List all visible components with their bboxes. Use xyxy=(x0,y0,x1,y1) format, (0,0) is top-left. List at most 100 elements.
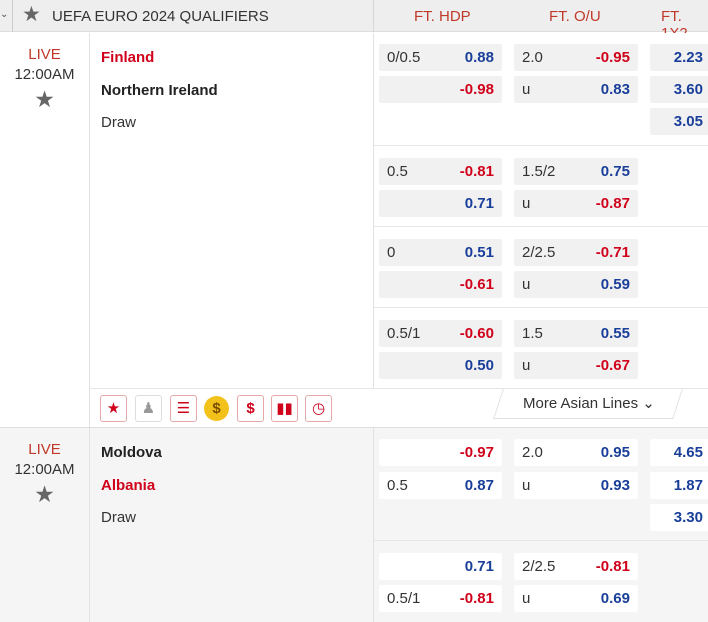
odds-value: -0.61 xyxy=(459,276,494,293)
odds-value: 3.60 xyxy=(673,81,703,98)
draw-label: Draw xyxy=(101,114,137,131)
x12-home-odds[interactable]: 2.23 xyxy=(650,44,708,71)
match-time-column: LIVE 12:00AM ★ xyxy=(0,428,90,622)
odds-value: 0.71 xyxy=(464,558,494,575)
odds-value: 0.95 xyxy=(600,444,630,461)
under-label: u xyxy=(522,195,531,212)
odds-value: -0.81 xyxy=(459,163,494,180)
under-label: u xyxy=(522,81,531,98)
ou-under-odds[interactable]: u 0.93 xyxy=(514,472,638,499)
favorite-match-star-icon[interactable]: ★ xyxy=(100,395,127,422)
ou-line: 2/2.5 xyxy=(522,558,556,575)
more-asian-lines-label: More Asian Lines xyxy=(523,395,639,412)
x12-draw-odds[interactable]: 3.05 xyxy=(650,108,708,135)
odds-value: 0.87 xyxy=(464,477,494,494)
favorite-star-icon[interactable]: ★ xyxy=(0,483,89,506)
hdp-home-odds[interactable]: 0.5/1 -0.60 xyxy=(379,320,502,347)
ou-over-odds[interactable]: 2/2.5 -0.81 xyxy=(514,553,638,580)
line-separator xyxy=(374,540,708,541)
line-separator xyxy=(374,226,708,227)
ou-under-odds[interactable]: u -0.87 xyxy=(514,190,638,217)
odds-value: 0.88 xyxy=(464,49,494,66)
league-favorite-star-icon[interactable]: ★ xyxy=(22,4,41,25)
ou-over-odds[interactable]: 1.5 0.55 xyxy=(514,320,638,347)
match-time: 12:00AM xyxy=(14,66,75,83)
hdp-away-odds[interactable]: 0.5 0.87 xyxy=(379,472,502,499)
odds-value: 3.05 xyxy=(673,113,703,130)
header-column-separator xyxy=(373,0,374,32)
under-label: u xyxy=(522,276,531,293)
league-header: ⌄ ★ UEFA EURO 2024 QUALIFIERS FT. HDP FT… xyxy=(0,0,708,42)
home-team[interactable]: Finland xyxy=(101,49,154,66)
stats-bar-chart-icon[interactable]: ▮▮ xyxy=(271,395,298,422)
ou-under-odds[interactable]: u 0.59 xyxy=(514,271,638,298)
live-status: LIVE xyxy=(28,46,61,63)
live-status: LIVE xyxy=(28,441,61,458)
ou-line: 2/2.5 xyxy=(522,244,556,261)
under-label: u xyxy=(522,357,531,374)
match-row-moldova-albania: LIVE 12:00AM ★ Moldova Albania Draw -0.9… xyxy=(0,428,708,622)
hdp-home-odds[interactable]: 0/0.5 0.88 xyxy=(379,44,502,71)
odds-value: 0.71 xyxy=(464,195,494,212)
more-asian-lines-button[interactable]: More Asian Lines ⌄ xyxy=(523,394,655,412)
hdp-away-odds[interactable]: 0.50 xyxy=(379,352,502,379)
odds-value: -0.60 xyxy=(459,325,494,342)
hdp-away-odds[interactable]: -0.61 xyxy=(379,271,502,298)
hdp-away-odds[interactable]: 0.5/1 -0.81 xyxy=(379,585,502,612)
ticket-icon[interactable]: ☰ xyxy=(170,395,197,422)
hdp-home-odds[interactable]: 0 0.51 xyxy=(379,239,502,266)
timeline-clock-icon[interactable]: ◷ xyxy=(305,395,332,422)
ou-over-odds[interactable]: 2/2.5 -0.71 xyxy=(514,239,638,266)
odds-value: -0.81 xyxy=(595,558,630,575)
ou-line: 2.0 xyxy=(522,49,543,66)
hdp-line: 0.5/1 xyxy=(387,325,421,342)
hdp-away-odds[interactable]: -0.98 xyxy=(379,76,502,103)
hdp-line: 0.5/1 xyxy=(387,590,421,607)
odds-value: -0.87 xyxy=(595,195,630,212)
home-team[interactable]: Moldova xyxy=(101,444,162,461)
ou-over-odds[interactable]: 2.0 0.95 xyxy=(514,439,638,466)
odds-value: -0.81 xyxy=(459,590,494,607)
odds-value: 0.59 xyxy=(600,276,630,293)
odds-value: 4.65 xyxy=(673,444,703,461)
match-toolbar: ★ ♟ ☰ $ $ ▮▮ ◷ More Asian Lines ⌄ xyxy=(90,388,708,427)
x12-away-odds[interactable]: 1.87 xyxy=(650,472,708,499)
ou-line: 2.0 xyxy=(522,444,543,461)
hdp-line: 0.5 xyxy=(387,163,408,180)
ou-over-odds[interactable]: 2.0 -0.95 xyxy=(514,44,638,71)
ou-over-odds[interactable]: 1.5/2 0.75 xyxy=(514,158,638,185)
ou-under-odds[interactable]: u -0.67 xyxy=(514,352,638,379)
ou-under-odds[interactable]: u 0.69 xyxy=(514,585,638,612)
lineup-person-icon[interactable]: ♟ xyxy=(135,395,162,422)
favorite-star-icon[interactable]: ★ xyxy=(0,88,89,111)
odds-value: 0.51 xyxy=(464,244,494,261)
hdp-away-odds[interactable]: 0.71 xyxy=(379,190,502,217)
odds-value: -0.67 xyxy=(595,357,630,374)
league-title: UEFA EURO 2024 QUALIFIERS xyxy=(52,8,269,25)
line-separator xyxy=(374,307,708,308)
cashout-coin-icon[interactable]: $ xyxy=(204,396,229,421)
ou-under-odds[interactable]: u 0.83 xyxy=(514,76,638,103)
x12-away-odds[interactable]: 3.60 xyxy=(650,76,708,103)
collapse-chevron-icon[interactable]: ⌄ xyxy=(0,9,8,20)
away-team[interactable]: Northern Ireland xyxy=(101,82,218,99)
odds-area: -0.97 0.5 0.87 2.0 0.95 u 0.93 4.65 1.87… xyxy=(373,428,708,622)
odds-value: 0.75 xyxy=(600,163,630,180)
match-row-finland-northern-ireland: LIVE 12:00AM ★ Finland Northern Ireland … xyxy=(0,33,708,427)
under-label: u xyxy=(522,477,531,494)
hdp-home-odds[interactable]: -0.97 xyxy=(379,439,502,466)
odds-value: 0.50 xyxy=(464,357,494,374)
dollar-icon[interactable]: $ xyxy=(237,395,264,422)
away-team[interactable]: Albania xyxy=(101,477,155,494)
odds-value: -0.71 xyxy=(595,244,630,261)
hdp-line: 0.5 xyxy=(387,477,408,494)
match-time: 12:00AM xyxy=(14,461,75,478)
hdp-home-odds[interactable]: 0.71 xyxy=(379,553,502,580)
hdp-home-odds[interactable]: 0.5 -0.81 xyxy=(379,158,502,185)
odds-value: 0.55 xyxy=(600,325,630,342)
odds-value: -0.97 xyxy=(459,444,494,461)
x12-home-odds[interactable]: 4.65 xyxy=(650,439,708,466)
odds-value: 1.87 xyxy=(673,477,703,494)
ou-line: 1.5/2 xyxy=(522,163,556,180)
x12-draw-odds[interactable]: 3.30 xyxy=(650,504,708,531)
